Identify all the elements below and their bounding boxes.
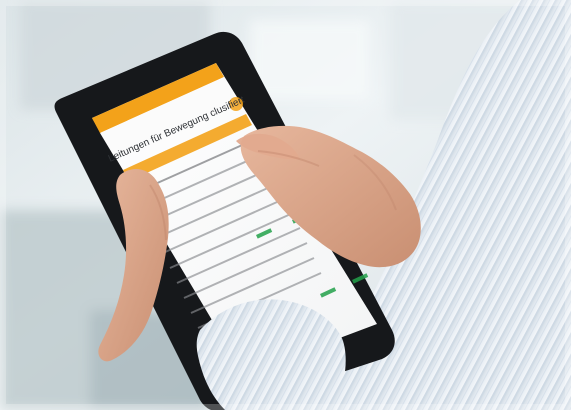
photo-scene: Leitungen für Bewegung clusifiert [0,0,571,410]
